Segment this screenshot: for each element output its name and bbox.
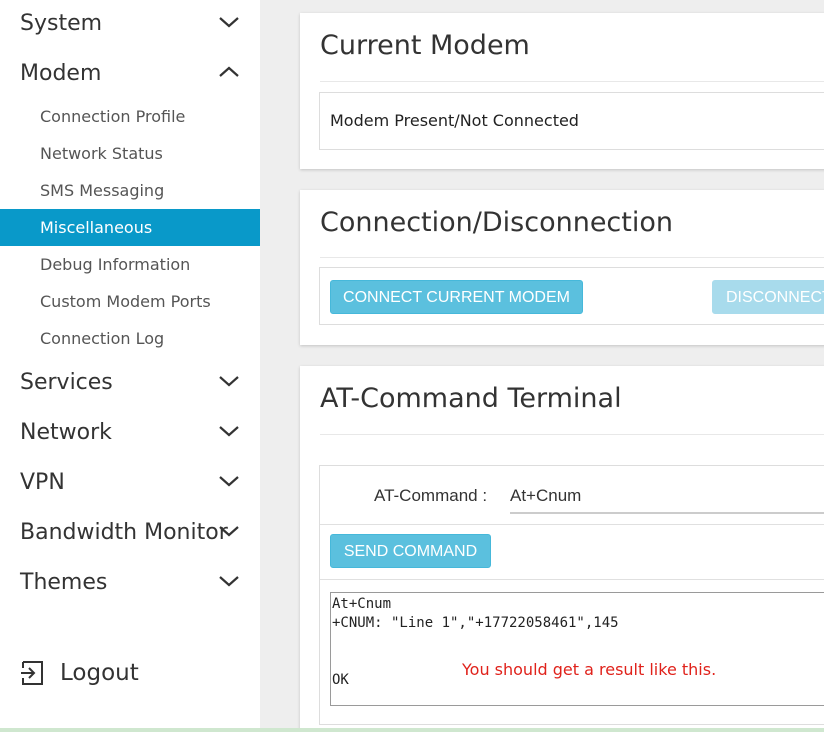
sidebar-item-vpn[interactable]: VPN (0, 459, 260, 509)
bottom-border (0, 728, 824, 732)
divider (320, 81, 824, 82)
chevron-up-icon (219, 66, 239, 77)
sidebar-item-label: Network Status (40, 144, 163, 163)
sidebar-item-sms-messaging[interactable]: SMS Messaging (0, 172, 260, 209)
sidebar-item-label: Modem (20, 61, 102, 86)
sidebar-item-connection-profile[interactable]: Connection Profile (0, 98, 260, 135)
connect-modem-button[interactable]: CONNECT CURRENT MODEM (330, 280, 583, 314)
sidebar-item-themes[interactable]: Themes (0, 559, 260, 609)
chevron-down-icon (219, 526, 239, 537)
sidebar-item-bandwidth-monitor[interactable]: Bandwidth Monitor (0, 509, 260, 559)
modem-status-text: Modem Present/Not Connected (330, 111, 579, 130)
sidebar-item-network-status[interactable]: Network Status (0, 135, 260, 172)
chevron-down-icon (219, 376, 239, 387)
current-modem-panel: Current Modem Modem Present/Not Connecte… (300, 13, 824, 169)
connection-box: CONNECT CURRENT MODEM DISCONNECT (319, 267, 824, 325)
divider (320, 579, 824, 580)
at-command-title: AT-Command Terminal (320, 383, 622, 414)
connection-panel: Connection/Disconnection CONNECT CURRENT… (300, 190, 824, 345)
sidebar-item-label: System (20, 11, 103, 36)
sidebar-item-label: Services (20, 370, 113, 395)
annotation-text: You should get a result like this. (462, 660, 717, 679)
sidebar-item-custom-modem-ports[interactable]: Custom Modem Ports (0, 283, 260, 320)
sidebar-item-label: SMS Messaging (40, 181, 165, 200)
sidebar: System Modem Connection Profile Network … (0, 0, 260, 732)
sidebar-item-label: Miscellaneous (40, 218, 153, 237)
logout-link[interactable]: Logout (0, 652, 260, 694)
sidebar-item-label: Bandwidth Monitor (20, 520, 228, 545)
chevron-down-icon (219, 476, 239, 487)
sidebar-item-miscellaneous[interactable]: Miscellaneous (0, 209, 260, 246)
logout-label: Logout (60, 660, 139, 686)
sidebar-item-label: VPN (20, 470, 65, 495)
sidebar-item-label: Connection Profile (40, 107, 186, 126)
sidebar-item-label: Custom Modem Ports (40, 292, 211, 311)
sidebar-item-label: Connection Log (40, 329, 165, 348)
at-command-label: AT-Command : (374, 486, 488, 505)
divider (320, 257, 824, 258)
logout-icon (21, 661, 43, 685)
sidebar-item-connection-log[interactable]: Connection Log (0, 320, 260, 357)
send-command-button[interactable]: SEND COMMAND (330, 534, 491, 568)
disconnect-modem-button[interactable]: DISCONNECT (712, 280, 824, 314)
terminal-output[interactable]: At+Cnum +CNUM: "Line 1","+17722058461",1… (330, 592, 824, 706)
divider (320, 434, 824, 435)
connection-title: Connection/Disconnection (320, 207, 673, 238)
sidebar-item-label: Debug Information (40, 255, 191, 274)
sidebar-item-services[interactable]: Services (0, 359, 260, 409)
chevron-down-icon (219, 576, 239, 587)
sidebar-item-label: Network (20, 420, 112, 445)
sidebar-item-debug-information[interactable]: Debug Information (0, 246, 260, 283)
current-modem-title: Current Modem (320, 30, 530, 61)
sidebar-item-network[interactable]: Network (0, 409, 260, 459)
sidebar-item-system[interactable]: System (0, 0, 260, 50)
divider (320, 524, 824, 525)
at-command-input[interactable] (510, 480, 824, 514)
sidebar-item-label: Themes (20, 570, 108, 595)
chevron-down-icon (219, 17, 239, 28)
modem-status-box: Modem Present/Not Connected (319, 92, 824, 150)
chevron-down-icon (219, 426, 239, 437)
sidebar-item-modem[interactable]: Modem (0, 50, 260, 100)
